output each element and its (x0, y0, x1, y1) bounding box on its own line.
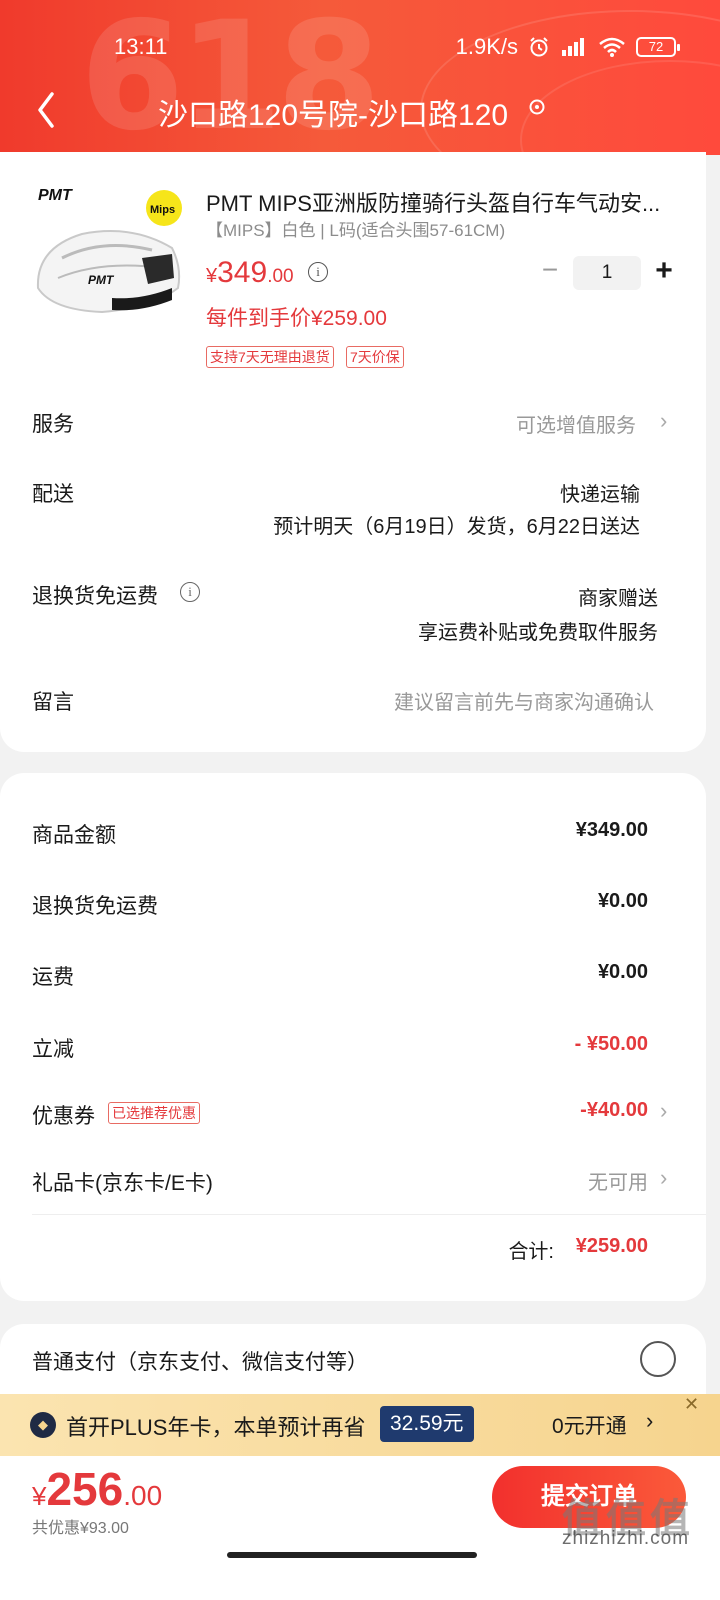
product-image[interactable]: PMT Mips PMT (32, 187, 184, 318)
shipping-fee-label: 运费 (32, 966, 74, 989)
service-value[interactable]: 可选增值服务 (516, 409, 636, 438)
plus-open-label[interactable]: 0元开通 (552, 1410, 627, 1440)
delivery-label: 配送 (32, 483, 74, 506)
price-integer: 349 (217, 256, 268, 289)
checkout-bar: ¥256.00 共优惠¥93.00 提交订单 值值值 zhizhizhi.com (0, 1456, 720, 1600)
giftcard-value[interactable]: 无可用 (588, 1166, 648, 1195)
back-arrow-icon[interactable] (32, 88, 62, 132)
summary-divider (32, 1214, 706, 1215)
giftcard-chevron-icon[interactable]: › (660, 1165, 667, 1191)
delivery-estimate[interactable]: 预计明天（6月19日）发货，6月22日送达 (273, 510, 640, 539)
final-price: ¥256.00 (32, 1462, 162, 1516)
coupon-chevron-icon[interactable]: › (660, 1098, 667, 1124)
quantity-plus-button[interactable]: + (650, 254, 678, 288)
price-decimal: .00 (267, 266, 294, 287)
return-fee-label: 退换货免运费 (32, 895, 158, 918)
product-title[interactable]: PMT MIPS亚洲版防撞骑行头盔自行车气动安... (206, 186, 686, 218)
order-card: PMT Mips PMT PMT MIPS亚洲版防撞骑行头盔自行车气动安... … (0, 152, 706, 752)
top-header: 618 13:11 1.9K/s 72 沙口路120号院-沙口路120 (0, 0, 720, 155)
pmt-logo: PMT (38, 188, 73, 204)
quantity-minus-button[interactable]: − (536, 256, 564, 286)
instant-discount-value: - ¥50.00 (574, 1033, 648, 1055)
helmet-logo: PMT (88, 273, 115, 287)
goods-amount-value: ¥349.00 (575, 819, 648, 841)
service-chevron-icon[interactable]: › (660, 408, 667, 434)
wifi-icon (599, 37, 625, 57)
quantity-input[interactable]: 1 (573, 256, 641, 290)
delivery-address-title[interactable]: 沙口路120号院-沙口路120 (158, 90, 508, 134)
home-indicator[interactable] (227, 1552, 477, 1558)
price-summary-card: 商品金额 ¥349.00 退换货免运费 ¥0.00 运费 ¥0.00 立减 - … (0, 773, 706, 1301)
alarm-icon (530, 37, 548, 57)
product-price: ¥349.00 (206, 256, 294, 290)
watermark-text: zhizhizhi.com (562, 1528, 690, 1549)
plus-logo-icon: ◆ (30, 1412, 56, 1438)
normal-payment-label[interactable]: 普通支付（京东支付、微信支付等） (32, 1346, 368, 1376)
battery-indicator: 72 (636, 37, 680, 57)
normal-payment-radio[interactable] (640, 1341, 676, 1377)
return-info-icon[interactable]: i (180, 582, 200, 602)
plus-chevron-icon[interactable]: › (646, 1408, 653, 1434)
return-shipping-label: 退换货免运费 (32, 585, 158, 608)
plus-membership-banner[interactable]: ◆ 首开PLUS年卡，本单预计再省 32.59元 0元开通 › ✕ (0, 1394, 720, 1456)
return-policy-tag: 支持7天无理由退货 (206, 346, 334, 368)
total-discount-text[interactable]: 共优惠¥93.00 (32, 1514, 129, 1538)
coupon-value[interactable]: -¥40.00 (580, 1099, 648, 1122)
return-shipping-value: 商家赠送 (578, 588, 658, 610)
signal-icon (562, 38, 584, 56)
mips-badge: Mips (150, 204, 175, 216)
message-input[interactable]: 建议留言前先与商家沟通确认 (394, 686, 654, 715)
price-protect-tag: 7天价保 (346, 346, 404, 368)
shipping-fee-value: ¥0.00 (597, 961, 648, 983)
total-label: 合计: (508, 1241, 554, 1263)
coupon-recommend-tag: 已选推荐优惠 (108, 1102, 200, 1124)
price-info-icon[interactable]: i (308, 262, 328, 282)
plus-promo-text: 首开PLUS年卡，本单预计再省 (66, 1415, 366, 1440)
final-price-decimal: .00 (123, 1480, 163, 1511)
service-label: 服务 (32, 413, 74, 436)
network-speed: 1.9K/s (455, 34, 518, 59)
nav-bar: 沙口路120号院-沙口路120 (0, 88, 720, 134)
each-price: 每件到手价¥259.00 (206, 307, 387, 330)
goods-amount-label: 商品金额 (32, 824, 116, 847)
plus-savings-amount: 32.59元 (380, 1406, 474, 1442)
price-currency: ¥ (206, 265, 218, 287)
status-icons: 1.9K/s 72 (455, 34, 680, 60)
return-shipping-sub: 享运费补贴或免费取件服务 (418, 622, 658, 644)
final-price-currency: ¥ (32, 1481, 47, 1511)
coupon-label: 优惠券 (32, 1105, 95, 1128)
close-icon[interactable]: ✕ (684, 1394, 699, 1415)
instant-discount-label: 立减 (32, 1038, 74, 1061)
final-price-integer: 256 (46, 1463, 124, 1515)
product-spec[interactable]: 【MIPS】白色 | L码(适合头围57-61CM) (206, 216, 505, 241)
location-pin-icon[interactable] (527, 98, 547, 118)
status-time: 13:11 (114, 34, 168, 59)
total-value: ¥259.00 (575, 1235, 648, 1257)
delivery-method[interactable]: 快递运输 (560, 478, 640, 507)
message-label: 留言 (32, 691, 74, 714)
giftcard-label: 礼品卡(京东卡/E卡) (32, 1172, 213, 1195)
helmet-image-icon: PMT Mips PMT (36, 187, 182, 314)
payment-card: 普通支付（京东支付、微信支付等） (0, 1324, 706, 1404)
return-fee-value: ¥0.00 (597, 890, 648, 912)
status-bar: 13:11 1.9K/s 72 (0, 34, 720, 64)
